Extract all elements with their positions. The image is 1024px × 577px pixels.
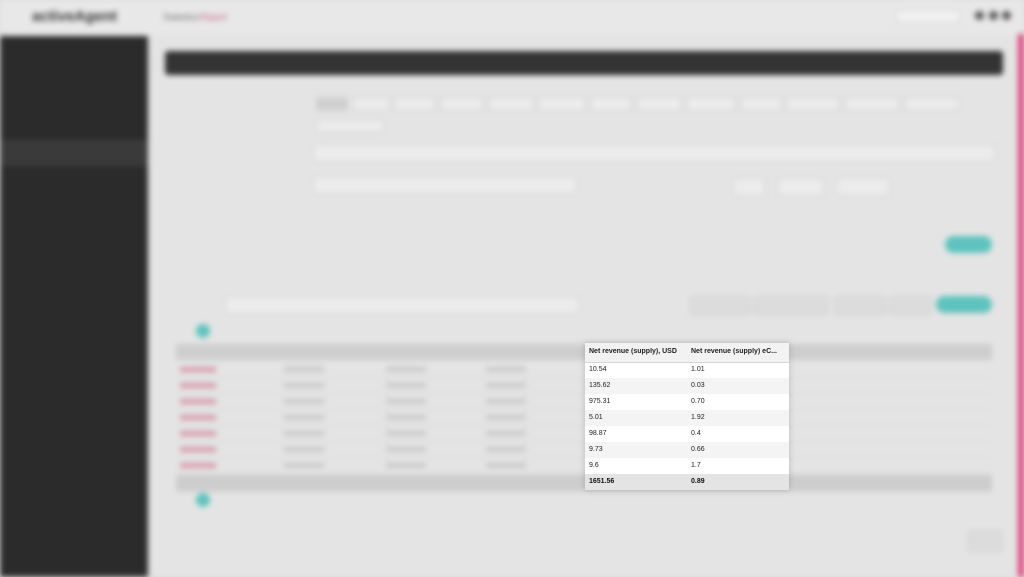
- accent-bar: [1018, 34, 1024, 577]
- table-row[interactable]: [176, 394, 992, 411]
- column-header-net-revenue-usd[interactable]: Net revenue (supply), USD: [589, 348, 685, 355]
- table-row[interactable]: [176, 410, 992, 427]
- toolbar-button[interactable]: [834, 296, 886, 315]
- filter-chip[interactable]: [686, 97, 736, 111]
- cell-net-revenue-ecpm: 1.92: [691, 414, 705, 421]
- sidebar-item-4[interactable]: [0, 229, 148, 255]
- filter-chip[interactable]: [316, 119, 384, 133]
- filter-section-header: [165, 51, 1003, 75]
- table-row: 10.54 1.01: [585, 362, 789, 378]
- cell-net-revenue-usd: 5.01: [589, 414, 603, 421]
- table-row: 975.31 0.70: [585, 394, 789, 410]
- filter-input[interactable]: [313, 176, 577, 194]
- sidebar-item-selected[interactable]: [0, 140, 148, 166]
- filter-chip-selected[interactable]: [316, 97, 348, 111]
- cell-net-revenue-usd: 9.73: [589, 446, 603, 453]
- settings-icon[interactable]: [989, 11, 998, 20]
- table-total-row: [176, 475, 992, 492]
- filter-chip[interactable]: [904, 97, 960, 111]
- option-toggle[interactable]: [836, 178, 890, 196]
- option-toggle[interactable]: [733, 178, 765, 196]
- cell-net-revenue-usd: 98.87: [589, 430, 607, 437]
- top-search-input[interactable]: [895, 9, 961, 24]
- total-net-revenue-usd: 1651.56: [589, 478, 615, 485]
- grouping-select[interactable]: [225, 296, 579, 314]
- table-row: 9.6 1.7: [585, 458, 789, 474]
- cell-net-revenue-usd: 10.54: [589, 366, 607, 373]
- table-row: 98.87 0.4: [585, 426, 789, 442]
- cell-net-revenue-ecpm: 0.4: [691, 430, 701, 437]
- app-logo: activeAgent: [32, 8, 118, 25]
- filter-chip[interactable]: [786, 97, 840, 111]
- filter-chip[interactable]: [538, 97, 586, 111]
- filter-chip[interactable]: [394, 97, 436, 111]
- cell-net-revenue-usd: 9.6: [589, 462, 599, 469]
- toolbar-button[interactable]: [890, 296, 932, 315]
- sidebar-item-3[interactable]: [0, 199, 148, 225]
- filter-chip[interactable]: [488, 97, 534, 111]
- cell-net-revenue-usd: 975.31: [589, 398, 611, 405]
- cell-net-revenue-usd: 135.62: [589, 382, 611, 389]
- page-size-selected[interactable]: [196, 324, 210, 338]
- page-size-selected-bottom[interactable]: [196, 493, 210, 507]
- table-row[interactable]: [176, 442, 992, 459]
- cell-net-revenue-ecpm: 0.70: [691, 398, 705, 405]
- table-row[interactable]: [176, 378, 992, 395]
- user-icon[interactable]: [975, 11, 984, 20]
- filter-chip[interactable]: [844, 97, 900, 111]
- cell-net-revenue-ecpm: 0.03: [691, 382, 705, 389]
- filter-chip[interactable]: [590, 97, 632, 111]
- breadcrumb-statistics[interactable]: Statistics: [163, 12, 199, 22]
- filter-chip[interactable]: [740, 97, 782, 111]
- filter-select[interactable]: [313, 144, 995, 162]
- cell-net-revenue-ecpm: 0.66: [691, 446, 705, 453]
- filter-chip[interactable]: [636, 97, 682, 111]
- table-header: [176, 344, 992, 360]
- column-header-net-revenue-ecpm[interactable]: Net revenue (supply) eC...: [691, 348, 785, 355]
- column-popup-table: Net revenue (supply), USD Net revenue (s…: [585, 343, 789, 490]
- background-app: activeAgent Statistics Report: [0, 0, 1024, 577]
- cell-net-revenue-ecpm: 1.01: [691, 366, 705, 373]
- bottom-action-button[interactable]: [968, 530, 1002, 552]
- table-row: 9.73 0.66: [585, 442, 789, 458]
- table-row[interactable]: [176, 426, 992, 443]
- filter-chip[interactable]: [352, 97, 390, 111]
- export-button[interactable]: [936, 296, 992, 313]
- table-row[interactable]: [176, 362, 992, 379]
- table-row: 5.01 1.92: [585, 410, 789, 426]
- table-total-row: 1651.56 0.89: [585, 474, 789, 490]
- toolbar-button[interactable]: [690, 296, 750, 315]
- table-row[interactable]: [176, 458, 992, 475]
- popup-header: Net revenue (supply), USD Net revenue (s…: [585, 343, 789, 363]
- breadcrumb-report[interactable]: Report: [200, 12, 227, 22]
- option-toggle[interactable]: [778, 178, 824, 196]
- logout-icon[interactable]: [1002, 11, 1011, 20]
- sidebar-item-2[interactable]: [0, 172, 148, 198]
- sidebar: [0, 36, 148, 577]
- cell-net-revenue-ecpm: 1.7: [691, 462, 701, 469]
- toolbar-button[interactable]: [754, 296, 828, 315]
- total-net-revenue-ecpm: 0.89: [691, 478, 705, 485]
- table-row: 135.62 0.03: [585, 378, 789, 394]
- apply-button[interactable]: [945, 236, 992, 253]
- top-bar: activeAgent Statistics Report: [0, 0, 1024, 34]
- filter-chip[interactable]: [440, 97, 484, 111]
